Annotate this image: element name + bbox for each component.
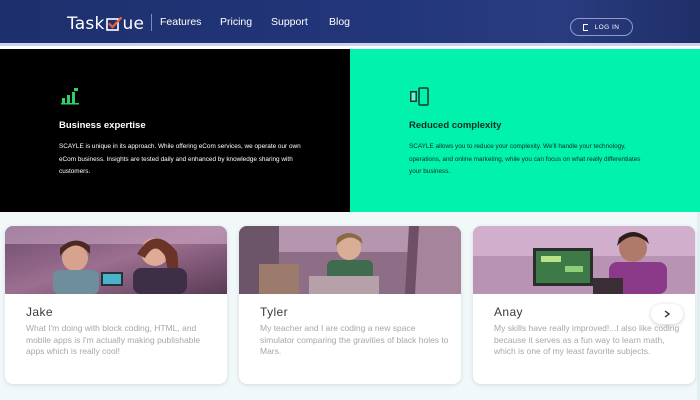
top-navigation-bar: Task ue Features Pricing Support Blog LO… bbox=[0, 0, 700, 46]
student-quote: My skills have really improved!...I also… bbox=[494, 323, 680, 356]
nav-blog[interactable]: Blog bbox=[329, 16, 350, 28]
student-quote: What I'm doing with block coding, HTML, … bbox=[26, 323, 201, 356]
testimonial-photo bbox=[239, 226, 461, 294]
feature-title: Reduced complexity bbox=[409, 120, 502, 131]
student-name: Anay bbox=[494, 305, 523, 319]
testimonial-card-jake[interactable]: Jake What I'm doing with block coding, H… bbox=[5, 226, 227, 384]
nav-pricing[interactable]: Pricing bbox=[220, 16, 252, 28]
login-label: LOG IN bbox=[594, 23, 620, 31]
login-door-icon bbox=[583, 23, 589, 31]
feature-title: Business expertise bbox=[59, 120, 146, 131]
nav-support[interactable]: Support bbox=[271, 16, 308, 28]
testimonial-card-tyler[interactable]: Tyler My teacher and I are coding a new … bbox=[239, 226, 461, 384]
feature-panel-reduced-complexity: Reduced complexity SCAYLE allows you to … bbox=[350, 49, 700, 212]
feature-description: SCAYLE allows you to reduce your complex… bbox=[409, 143, 641, 175]
student-name: Tyler bbox=[260, 305, 289, 319]
testimonial-photo bbox=[5, 226, 227, 294]
devices-icon bbox=[409, 87, 429, 106]
student-quote: My teacher and I are coding a new space … bbox=[260, 323, 449, 356]
student-name: Jake bbox=[26, 305, 53, 319]
carousel-next-button[interactable] bbox=[651, 304, 683, 324]
login-button[interactable]: LOG IN bbox=[570, 18, 633, 36]
feature-description: SCAYLE is unique in its approach. While … bbox=[59, 143, 301, 175]
main-nav: Features Pricing Support Blog bbox=[0, 16, 400, 32]
bar-chart-icon bbox=[60, 87, 80, 105]
chevron-right-icon bbox=[664, 310, 671, 318]
testimonial-photo bbox=[473, 226, 695, 294]
feature-panel-business-expertise: Business expertise SCAYLE is unique in i… bbox=[0, 49, 350, 212]
nav-features[interactable]: Features bbox=[160, 16, 201, 28]
